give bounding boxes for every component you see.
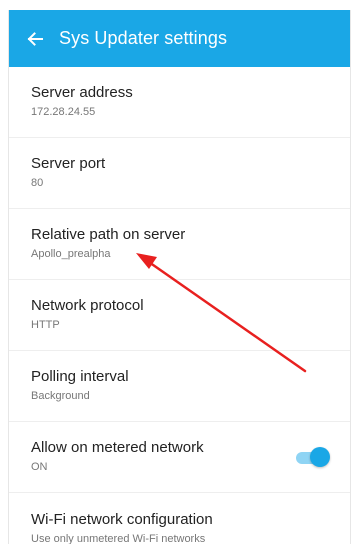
settings-list: Server address 172.28.24.55 Server port … — [9, 67, 350, 544]
setting-title: Server address — [31, 84, 133, 101]
setting-title: Relative path on server — [31, 226, 186, 243]
setting-summary: Use only unmetered Wi-Fi networks — [31, 532, 206, 544]
setting-title: Allow on metered network — [31, 439, 204, 456]
setting-server-address[interactable]: Server address 172.28.24.55 — [9, 67, 350, 138]
setting-title: Network protocol — [31, 297, 144, 314]
page-title: Sys Updater settings — [59, 28, 228, 48]
setting-summary: HTTP — [31, 319, 60, 331]
setting-polling-interval[interactable]: Polling interval Background — [9, 351, 350, 422]
setting-summary: Background — [31, 390, 90, 402]
back-button[interactable] — [11, 10, 59, 67]
setting-server-port[interactable]: Server port 80 — [9, 138, 350, 209]
setting-title: Wi-Fi network configuration — [31, 510, 213, 528]
setting-summary: Apollo_prealpha — [31, 248, 111, 260]
setting-network-protocol[interactable]: Network protocol HTTP — [9, 280, 350, 351]
arrow-left-icon — [27, 31, 43, 46]
settings-screen: Sys Updater settings Server address 172.… — [8, 10, 351, 544]
setting-summary: ON — [31, 461, 48, 473]
setting-title: Polling interval — [31, 368, 129, 385]
setting-summary: 172.28.24.55 — [31, 106, 96, 118]
metered-network-toggle[interactable] — [294, 447, 330, 467]
setting-wifi-configuration[interactable]: Wi-Fi network configuration Use only unm… — [9, 493, 350, 544]
setting-title: Server port — [31, 155, 106, 172]
toggle-thumb — [310, 447, 330, 467]
setting-relative-path[interactable]: Relative path on server Apollo_prealpha — [9, 209, 350, 280]
setting-summary: 80 — [31, 177, 44, 189]
app-bar: Sys Updater settings — [9, 10, 350, 67]
setting-allow-metered[interactable]: Allow on metered network ON — [9, 422, 350, 493]
